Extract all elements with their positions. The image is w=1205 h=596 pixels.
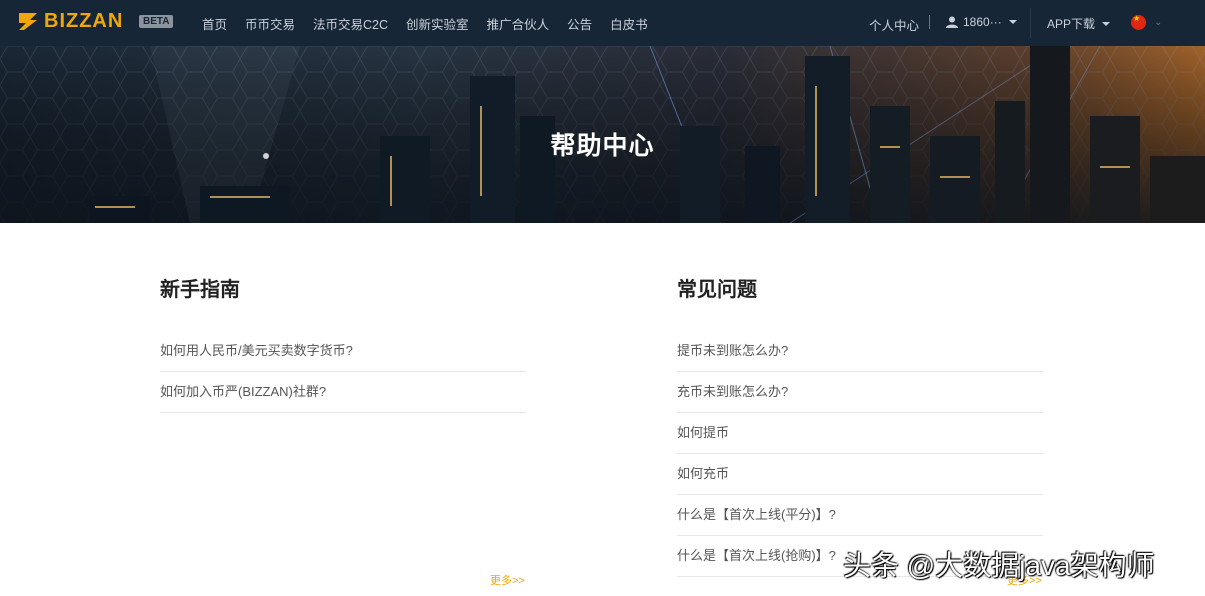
- list-item[interactable]: 如何提币: [677, 413, 1043, 454]
- section-title-faq: 常见问题: [677, 279, 757, 301]
- user-icon: [946, 16, 958, 28]
- top-nav: BIZZAN BETA 首页 币币交易 法币交易C2C 创新实验室 推广合伙人 …: [0, 0, 1205, 46]
- list-item[interactable]: 如何加入币严(BIZZAN)社群?: [160, 372, 526, 413]
- personal-center-link[interactable]: 个人中心: [869, 15, 919, 34]
- menu-item-partner[interactable]: 推广合伙人: [487, 14, 550, 33]
- nav-divider: [1030, 8, 1031, 38]
- beta-badge: BETA: [139, 15, 174, 28]
- menu-item-spot-trading[interactable]: 币币交易: [245, 14, 295, 33]
- chevron-down-icon: ⌄: [1154, 17, 1163, 28]
- main-menu: 首页 币币交易 法币交易C2C 创新实验室 推广合伙人 公告 白皮书: [202, 0, 666, 46]
- caret-down-icon: [1102, 21, 1111, 26]
- caret-down-icon: [1008, 20, 1017, 24]
- menu-item-announcement[interactable]: 公告: [567, 14, 592, 33]
- user-menu[interactable]: 1860···: [946, 15, 1017, 29]
- app-download-label: APP下载: [1047, 17, 1096, 31]
- list-item[interactable]: 提币未到账怎么办?: [677, 331, 1043, 372]
- menu-item-c2c-trading[interactable]: 法币交易C2C: [313, 14, 388, 33]
- section-title-beginner-guide: 新手指南: [160, 279, 240, 301]
- menu-item-innovation-lab[interactable]: 创新实验室: [406, 14, 469, 33]
- list-item[interactable]: 如何用人民币/美元买卖数字货币?: [160, 331, 526, 372]
- menu-item-home[interactable]: 首页: [202, 14, 227, 33]
- faq-section: 常见问题 提币未到账怎么办? 充币未到账怎么办? 如何提币 如何充币 什么是【首…: [677, 277, 1043, 577]
- list-item[interactable]: 如何充币: [677, 454, 1043, 495]
- user-phone: 1860···: [963, 15, 1002, 29]
- menu-item-whitepaper[interactable]: 白皮书: [610, 14, 648, 33]
- beginner-guide-more-link[interactable]: 更多>>: [490, 572, 525, 588]
- bizzan-logo-icon: [19, 13, 37, 30]
- app-download-menu[interactable]: APP下载: [1047, 15, 1111, 32]
- logo[interactable]: BIZZAN: [17, 10, 123, 32]
- list-item[interactable]: 什么是【首次上线(平分)】?: [677, 495, 1043, 536]
- logo-text: BIZZAN: [44, 10, 124, 32]
- beginner-guide-section: 新手指南 如何用人民币/美元买卖数字货币? 如何加入币严(BIZZAN)社群?: [160, 277, 526, 413]
- china-flag-icon: [1131, 14, 1146, 30]
- watermark-text: 头条 @大数据java架构师: [843, 550, 1155, 581]
- list-item[interactable]: 充币未到账怎么办?: [677, 372, 1043, 413]
- nav-separator: [929, 15, 930, 29]
- hero-banner: 帮助中心: [0, 46, 1205, 223]
- page-title: 帮助中心: [550, 132, 655, 160]
- language-selector[interactable]: ⌄: [1131, 14, 1163, 30]
